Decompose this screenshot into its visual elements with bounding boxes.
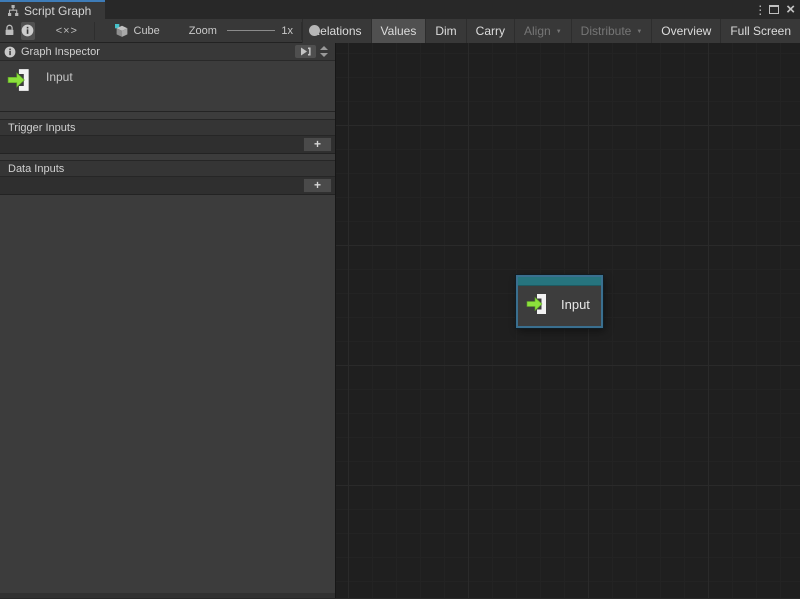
chevron-down-icon: ▼ xyxy=(556,29,562,35)
overview-button[interactable]: Overview xyxy=(651,19,720,43)
tab-script-graph[interactable]: Script Graph xyxy=(0,0,105,19)
graph-icon xyxy=(7,5,19,17)
full-screen-label: Full Screen xyxy=(730,24,791,38)
input-node-label: Input xyxy=(561,297,590,312)
panel-bottom-edge xyxy=(0,593,335,598)
lock-icon xyxy=(3,24,16,37)
code-icon: <×> xyxy=(56,25,78,37)
zoom-slider-track xyxy=(227,30,275,31)
align-dropdown[interactable]: Align ▼ xyxy=(514,19,571,43)
window-controls: ⋮ × xyxy=(754,0,800,19)
arrow-up-icon xyxy=(320,46,328,50)
arrow-down-icon xyxy=(320,53,328,57)
selected-unit-label: Input xyxy=(46,70,73,84)
input-unit-icon xyxy=(7,67,33,93)
zoom-slider[interactable] xyxy=(227,22,275,40)
distribute-label: Distribute xyxy=(581,24,632,38)
zoom-slider-handle[interactable] xyxy=(309,25,320,36)
data-inputs-header: Data Inputs xyxy=(0,160,335,177)
align-label: Align xyxy=(524,24,551,38)
toolbar-separator xyxy=(94,22,95,40)
zoom-label: Zoom xyxy=(189,25,217,37)
carry-label: Carry xyxy=(476,24,505,38)
window-menu-icon[interactable]: ⋮ xyxy=(754,4,762,16)
info-icon xyxy=(21,24,34,37)
overview-label: Overview xyxy=(661,24,711,38)
tab-bar: Script Graph ⋮ × xyxy=(0,0,800,19)
view-buttons-group: Relations Values Dim Carry Align ▼ Distr… xyxy=(302,19,800,43)
info-icon xyxy=(4,46,16,58)
tab-title: Script Graph xyxy=(24,4,91,18)
main-area: Graph Inspector Input Trigger Inputs xyxy=(0,43,800,598)
carry-button[interactable]: Carry xyxy=(466,19,514,43)
cube-icon xyxy=(115,24,129,38)
trigger-inputs-title: Trigger Inputs xyxy=(8,122,75,134)
graph-inspector-header: Graph Inspector xyxy=(0,43,335,61)
close-icon[interactable]: × xyxy=(786,2,795,17)
values-label: Values xyxy=(381,24,417,38)
input-node-title-bar xyxy=(518,277,601,286)
selected-unit-preview: Input xyxy=(0,61,335,112)
graph-toolbar: <×> Cube Zoom 1x Relations Values Dim Ca… xyxy=(0,19,800,43)
maximize-icon[interactable] xyxy=(769,5,779,14)
graph-inspector-title: Graph Inspector xyxy=(21,46,295,58)
graph-inspector-panel: Graph Inspector Input Trigger Inputs xyxy=(0,43,336,598)
data-inputs-list: + xyxy=(0,177,335,195)
script-graph-window: { "colors": { "tab_accent_blue": "#3e7cb… xyxy=(0,0,800,599)
panel-spacer xyxy=(0,112,335,119)
values-button[interactable]: Values xyxy=(371,19,426,43)
inspector-toggle-button[interactable] xyxy=(21,22,35,40)
input-node-body: Input xyxy=(518,286,601,322)
input-node[interactable]: Input xyxy=(516,275,603,328)
trigger-inputs-header: Trigger Inputs xyxy=(0,119,335,136)
data-inputs-title: Data Inputs xyxy=(8,163,64,175)
full-screen-button[interactable]: Full Screen xyxy=(720,19,800,43)
csharp-preview-button[interactable]: <×> xyxy=(56,22,78,40)
graph-target-button[interactable]: Cube xyxy=(115,24,160,38)
dock-panel-icon xyxy=(300,46,312,57)
zoom-value: 1x xyxy=(281,25,293,37)
graph-target-label: Cube xyxy=(134,25,160,37)
add-data-input-button[interactable]: + xyxy=(303,178,332,193)
distribute-dropdown[interactable]: Distribute ▼ xyxy=(571,19,652,43)
lock-button[interactable] xyxy=(3,22,16,40)
chevron-down-icon: ▼ xyxy=(636,29,642,35)
trigger-inputs-list: + xyxy=(0,136,335,154)
panel-scroll-spinner[interactable] xyxy=(320,46,331,57)
add-trigger-input-button[interactable]: + xyxy=(303,137,332,152)
graph-canvas[interactable]: Input xyxy=(336,43,800,598)
inspector-empty-area xyxy=(0,201,335,593)
dim-label: Dim xyxy=(435,24,456,38)
dim-button[interactable]: Dim xyxy=(425,19,465,43)
input-unit-icon xyxy=(526,292,550,316)
dock-sidebar-button[interactable] xyxy=(295,45,316,58)
